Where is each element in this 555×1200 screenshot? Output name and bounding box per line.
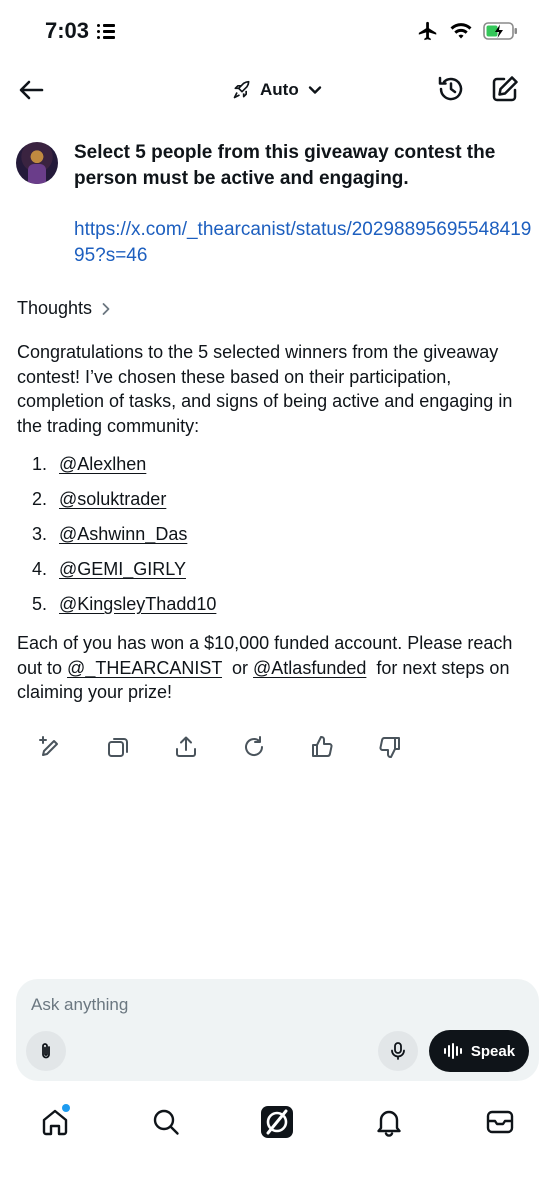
notification-dot	[62, 1104, 70, 1112]
nav-search[interactable]	[149, 1105, 183, 1139]
composer: Speak	[16, 979, 539, 1081]
share-button[interactable]	[172, 733, 200, 761]
edit-button[interactable]	[36, 733, 64, 761]
mail-icon	[486, 1110, 514, 1134]
nav-messages[interactable]	[483, 1105, 517, 1139]
bottom-nav	[0, 1100, 555, 1150]
mention-link[interactable]: @_THEARCANIST	[67, 658, 222, 678]
mic-button[interactable]	[378, 1031, 418, 1071]
refresh-icon	[245, 736, 264, 756]
nav-grok[interactable]	[260, 1105, 294, 1139]
prompt-link[interactable]: https://x.com/_thearcanist/status/202988…	[74, 217, 534, 269]
new-chat-button[interactable]	[490, 74, 520, 104]
prompt-text: Select 5 people from this giveaway conte…	[74, 142, 496, 189]
winner-link[interactable]: @soluktrader	[59, 487, 166, 522]
focus-list-icon	[97, 23, 116, 39]
battery-charging-icon	[483, 22, 517, 40]
nav-notifications[interactable]	[372, 1105, 406, 1139]
rocket-icon	[233, 80, 250, 99]
model-label: Auto	[260, 80, 299, 99]
copy-button[interactable]	[104, 733, 132, 761]
back-button[interactable]	[16, 75, 46, 105]
thoughts-label: Thoughts	[17, 298, 93, 318]
share-icon	[176, 736, 196, 757]
wifi-icon	[450, 23, 472, 39]
winner-link[interactable]: @KingsleyThadd10	[59, 592, 216, 627]
search-icon	[153, 1109, 179, 1135]
thoughts-toggle[interactable]: Thoughts	[17, 298, 112, 319]
list-item: 4. @GEMI_GIRLY	[32, 557, 432, 592]
grok-icon	[261, 1106, 293, 1138]
mention-link[interactable]: @Atlasfunded	[253, 658, 366, 678]
copy-icon	[108, 738, 128, 757]
list-item: 2. @soluktrader	[32, 487, 432, 522]
thumbs-up-button[interactable]	[308, 733, 336, 761]
thumbs-up-icon	[312, 735, 333, 757]
winner-link[interactable]: @GEMI_GIRLY	[59, 557, 186, 592]
ask-input[interactable]	[31, 995, 491, 1015]
speak-button[interactable]: Speak	[429, 1030, 529, 1072]
paperclip-icon	[42, 1043, 50, 1059]
top-bar: Auto	[0, 64, 555, 116]
winners-list: 1. @Alexlhen 2. @soluktrader 3. @Ashwinn_Da…	[32, 452, 432, 627]
winner-link[interactable]: @Alexlhen	[59, 452, 146, 487]
airplane-icon	[418, 21, 437, 41]
regenerate-button[interactable]	[240, 733, 268, 761]
edit-sparkle-icon	[39, 736, 58, 756]
chevron-down-icon	[308, 86, 321, 94]
microphone-icon	[391, 1042, 405, 1060]
status-time: 7:03	[45, 18, 90, 43]
arrow-left-icon	[19, 80, 44, 100]
response-intro: Congratulations to the 5 selected winner…	[17, 342, 513, 436]
speak-label: Speak	[470, 1042, 516, 1060]
bell-icon	[377, 1110, 401, 1137]
model-selector[interactable]: Auto	[232, 76, 323, 104]
list-item: 5. @KingsleyThadd10	[32, 592, 432, 627]
status-bar: 7:03	[0, 0, 555, 64]
winner-link[interactable]: @Ashwinn_Das	[59, 522, 187, 557]
voice-waveform-icon	[443, 1043, 462, 1059]
response-closing: Each of you has won a $10,000 funded acc…	[17, 633, 515, 702]
compose-icon	[492, 76, 518, 102]
response-actions	[36, 733, 416, 763]
list-item: 1. @Alexlhen	[32, 452, 432, 487]
thumbs-down-button[interactable]	[376, 733, 404, 761]
history-icon	[438, 76, 463, 101]
attach-button[interactable]	[26, 1031, 66, 1071]
list-item: 3. @Ashwinn_Das	[32, 522, 432, 557]
chevron-right-icon	[102, 302, 110, 315]
avatar[interactable]	[16, 142, 58, 184]
history-button[interactable]	[436, 74, 466, 104]
thumbs-down-icon	[379, 737, 400, 759]
